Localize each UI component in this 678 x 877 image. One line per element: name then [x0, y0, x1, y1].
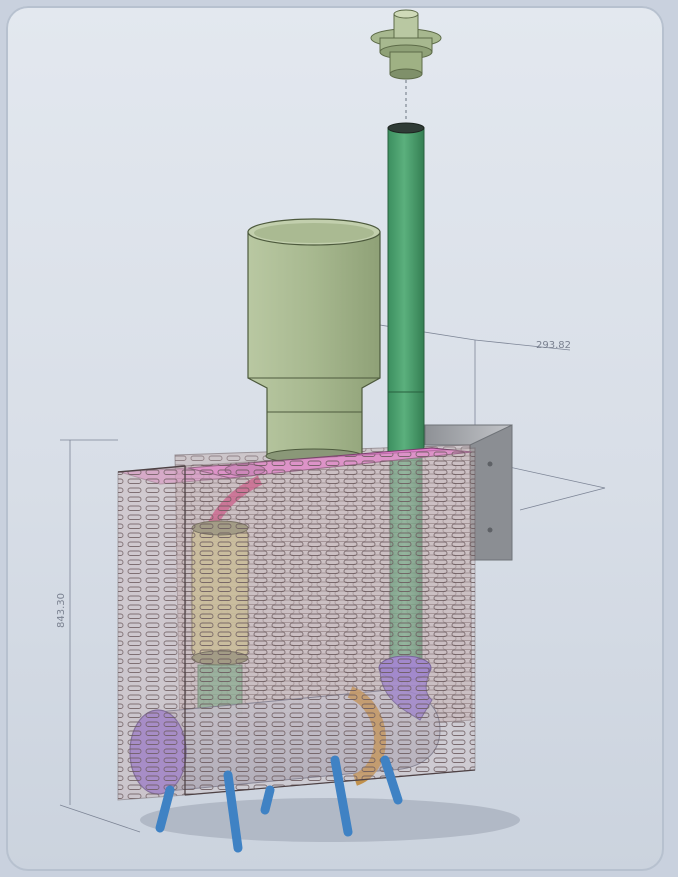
collector-funnel	[247, 218, 381, 464]
cad-viewport[interactable]: 293.82 843.30	[0, 0, 678, 877]
ground-shadow	[140, 798, 520, 842]
dimension-height-label: 843.30	[56, 593, 67, 628]
assembly-drawing: 293.82 843.30	[56, 9, 606, 853]
vent-cap	[370, 9, 442, 122]
dimension-depth-label: 293.82	[536, 340, 571, 351]
mesh-cage-front	[117, 447, 476, 801]
